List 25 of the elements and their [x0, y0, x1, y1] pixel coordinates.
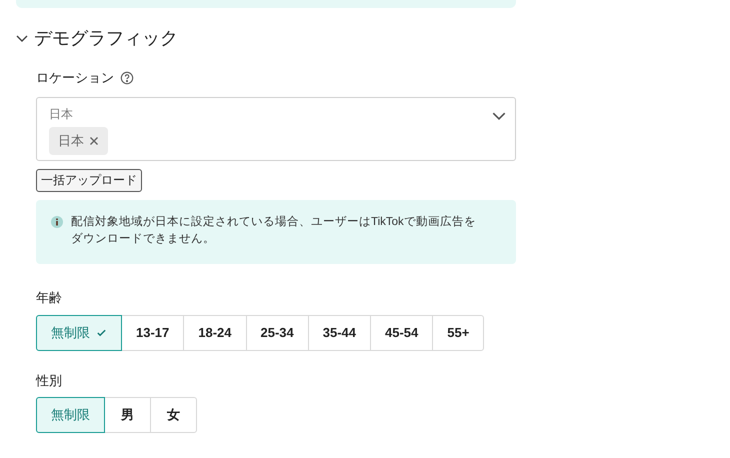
option-button[interactable]: 18-24: [183, 314, 246, 350]
notice-text: 配信対象地域が日本に設定されている場合、ユーザーはTikTokで動画広告をダウンロードできません。: [71, 214, 477, 247]
group-label: 性別: [36, 372, 62, 390]
check-icon: [96, 327, 107, 338]
option-button[interactable]: 35-44: [308, 314, 371, 350]
option-button[interactable]: 無制限: [36, 397, 105, 433]
option-button[interactable]: 25-34: [246, 314, 309, 350]
chevron-down-icon: [492, 112, 506, 120]
option-button[interactable]: 男: [104, 397, 151, 433]
group-label: 年齢: [36, 289, 62, 307]
option-button[interactable]: 女: [150, 397, 197, 433]
location-select[interactable]: 日本 日本: [36, 96, 516, 160]
bulk-upload-button[interactable]: 一括アップロード: [36, 168, 142, 192]
option-button[interactable]: 13-17: [121, 314, 184, 350]
section-title: デモグラフィック: [34, 27, 178, 50]
field-label: ロケーション: [36, 69, 114, 87]
chevron-down-icon[interactable]: [16, 35, 28, 42]
select-label: 日本: [49, 106, 73, 122]
info-icon: [51, 216, 63, 228]
location-tag: 日本: [49, 126, 108, 154]
option-button[interactable]: 無制限: [36, 314, 122, 350]
option-button[interactable]: 55+: [432, 314, 484, 350]
option-button[interactable]: 45-54: [370, 314, 434, 350]
close-icon[interactable]: [89, 136, 99, 146]
help-icon[interactable]: [120, 70, 134, 85]
